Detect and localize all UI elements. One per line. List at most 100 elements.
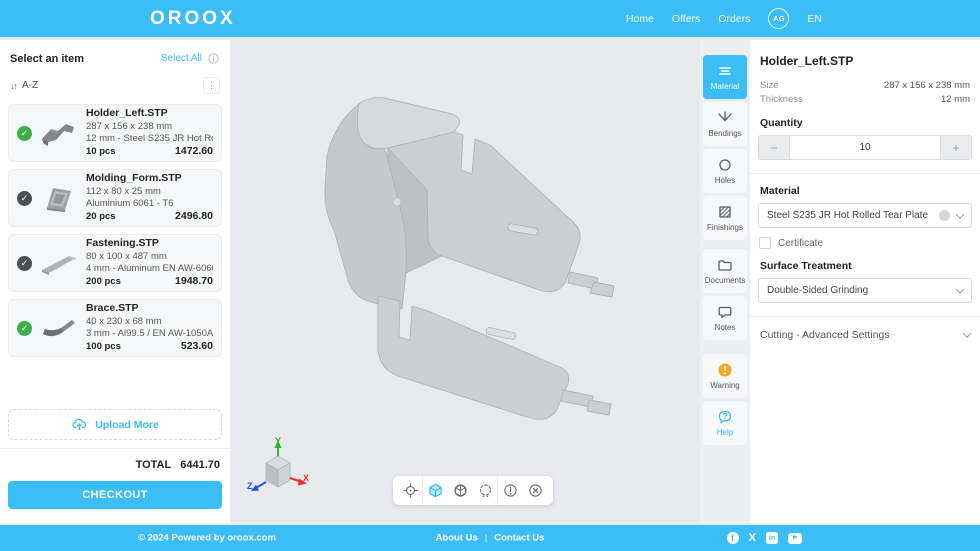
quantity-value[interactable]: 10	[789, 136, 941, 159]
item-holder-left[interactable]: Holder_Left.STP 287 x 156 x 238 mm 12 mm…	[8, 104, 222, 162]
item-name: Brace.STP	[86, 302, 213, 316]
size-label: Size	[760, 80, 778, 91]
tab-help[interactable]: ? Help	[703, 401, 747, 445]
part-thumbnail	[39, 248, 79, 278]
item-fastening[interactable]: Fastening.STP 80 x 100 x 487 mm 4 mm - A…	[8, 234, 222, 292]
item-name: Molding_Form.STP	[86, 172, 213, 186]
check-icon	[17, 191, 32, 206]
thickness-value: 12 mm	[941, 94, 970, 105]
sort-arrows-icon: ↓↑	[10, 81, 17, 91]
tab-warning[interactable]: Warning	[703, 354, 747, 398]
check-icon	[17, 321, 32, 336]
advanced-settings-toggle[interactable]: Cutting - Advanced Settings	[758, 317, 972, 353]
part-title: Holder_Left.STP	[758, 52, 972, 78]
item-price: 2496.80	[175, 210, 213, 224]
surface-treatment-select[interactable]: Double-Sided Grinding	[758, 278, 972, 303]
help-icon: ?	[717, 409, 733, 425]
item-material: Aluminium 6061 - T6	[86, 198, 213, 210]
advanced-settings-label: Cutting - Advanced Settings	[760, 329, 890, 341]
part-thumbnail	[39, 183, 79, 213]
tab-notes[interactable]: Notes	[703, 296, 747, 340]
copyright-text: © 2024 Powered by oroox.com	[138, 533, 276, 544]
tab-bendings[interactable]: Bendings	[703, 102, 747, 146]
tab-documents[interactable]: Documents	[703, 249, 747, 293]
wireframe-view-button[interactable]	[448, 476, 473, 505]
check-icon	[17, 126, 32, 141]
item-molding-form[interactable]: Molding_Form.STP 112 x 80 x 25 mm Alumin…	[8, 169, 222, 227]
chevron-down-icon	[956, 210, 964, 218]
select-mode-button[interactable]	[473, 476, 498, 505]
upload-cloud-icon	[71, 416, 88, 434]
close-view-button[interactable]	[523, 476, 548, 505]
header-nav: Home Offers Orders AG EN	[626, 0, 822, 37]
nav-link[interactable]: Home	[626, 13, 654, 25]
facebook-icon[interactable]: f	[727, 532, 739, 544]
total-row: TOTAL 6441.70	[8, 449, 222, 481]
axis-y-label: Y	[275, 437, 281, 446]
item-price: 523.60	[181, 340, 213, 354]
app-header: OROOX Home Offers Orders AG EN	[0, 0, 980, 37]
tab-finishings[interactable]: Finishings	[703, 196, 747, 240]
linkedin-icon[interactable]: in	[766, 532, 778, 544]
item-dimensions: 40 x 230 x 68 mm	[86, 316, 213, 328]
focus-view-button[interactable]	[398, 476, 423, 505]
viewer-toolbar	[393, 476, 553, 505]
3d-viewer[interactable]: Y X Z	[230, 40, 700, 523]
material-select[interactable]: Steel S235 JR Hot Rolled Tear Plate	[758, 203, 972, 228]
upload-more-button[interactable]: Upload More	[8, 409, 222, 440]
tab-material[interactable]: Material	[703, 55, 747, 99]
select-all-link[interactable]: Select All	[161, 53, 202, 64]
quantity-increase-button[interactable]: +	[941, 136, 971, 159]
size-value: 287 x 156 x 238 mm	[884, 80, 970, 91]
hatch-icon	[717, 204, 733, 220]
app-window: OROOX HomeOffersOrders AG EN Select an i…	[0, 0, 980, 551]
bend-arrow-icon	[717, 110, 733, 126]
about-us-link[interactable]: About Us	[436, 533, 478, 544]
nav-link[interactable]: Orders	[718, 13, 750, 25]
sort-control[interactable]: ↓↑ A-Z	[10, 80, 38, 91]
material-info-icon	[939, 210, 950, 221]
thickness-label: Thickness	[760, 94, 803, 105]
x-icon[interactable]: X	[749, 533, 756, 544]
item-brace[interactable]: Brace.STP 40 x 230 x 68 mm 3 mm - Al99.5…	[8, 299, 222, 357]
language-selector[interactable]: EN	[807, 13, 822, 25]
item-material: 3 mm - Al99.5 / EN AW-1050A...	[86, 328, 213, 340]
certificate-label: Certificate	[778, 238, 823, 249]
contact-us-link[interactable]: Contact Us	[494, 533, 544, 544]
info-circle-icon[interactable]	[207, 52, 220, 65]
footer-separator: |	[485, 533, 487, 544]
chevron-down-icon	[963, 329, 971, 337]
youtube-icon[interactable]	[788, 533, 802, 544]
axis-gizmo: Y X Z	[246, 437, 310, 501]
certificate-checkbox-row[interactable]: Certificate	[758, 237, 972, 249]
warning-icon	[717, 362, 733, 378]
part-thumbnail	[39, 118, 79, 148]
folder-icon	[717, 257, 733, 273]
footer-links: About Us | Contact Us	[436, 533, 545, 544]
nav-link[interactable]: Offers	[672, 13, 700, 25]
item-quantity: 200 pcs	[86, 276, 121, 288]
item-list: Holder_Left.STP 287 x 156 x 238 mm 12 mm…	[8, 104, 222, 401]
item-material: 4 mm - Aluminum EN AW-6060...	[86, 263, 213, 275]
total-label: TOTAL	[136, 459, 172, 471]
item-dimensions: 112 x 80 x 25 mm	[86, 186, 213, 198]
app-logo[interactable]: OROOX	[150, 0, 236, 37]
tab-holes[interactable]: Holes	[703, 149, 747, 193]
social-icons: fXin	[727, 532, 802, 544]
item-price: 1472.60	[175, 145, 213, 159]
avatar[interactable]: AG	[768, 8, 789, 29]
item-name: Fastening.STP	[86, 237, 213, 251]
checkout-button[interactable]: CHECKOUT	[8, 481, 222, 509]
axis-z-label: Z	[247, 481, 253, 491]
sort-label: A-Z	[22, 80, 38, 91]
quantity-decrease-button[interactable]: −	[759, 136, 789, 159]
more-options-button[interactable]: ⋮	[203, 77, 220, 94]
certificate-checkbox[interactable]	[759, 237, 771, 249]
divider	[750, 173, 980, 174]
issues-button[interactable]	[498, 476, 523, 505]
upload-more-label: Upload More	[95, 419, 159, 431]
item-quantity: 10 pcs	[86, 146, 116, 158]
shaded-view-button[interactable]	[423, 476, 448, 505]
item-dimensions: 80 x 100 x 487 mm	[86, 251, 213, 263]
svg-text:?: ?	[723, 412, 728, 421]
